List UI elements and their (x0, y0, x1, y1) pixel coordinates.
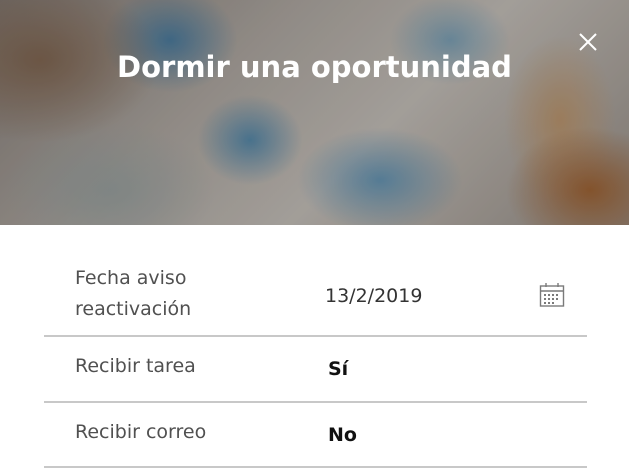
receive-email-row: Recibir correo No (44, 403, 587, 468)
calendar-icon[interactable] (539, 282, 565, 308)
dialog-header: Dormir una oportunidad (0, 0, 629, 225)
receive-email-value[interactable]: No (328, 424, 357, 446)
dialog-title: Dormir una oportunidad (117, 50, 512, 84)
receive-email-label: Recibir correo (75, 421, 207, 443)
snooze-opportunity-dialog: Dormir una oportunidad Fecha aviso react… (0, 0, 629, 469)
reactivation-date-field[interactable] (314, 225, 587, 335)
receive-task-value[interactable]: Sí (328, 358, 348, 380)
close-button[interactable] (572, 26, 604, 58)
close-icon (579, 33, 597, 51)
reactivation-date-label: Fecha aviso reactivación (75, 267, 192, 320)
reactivation-date-row: Fecha aviso reactivación 13/2/2019 (44, 225, 587, 337)
receive-task-label: Recibir tarea (75, 355, 196, 377)
snooze-form: Fecha aviso reactivación 13/2/2019 Recib… (44, 225, 587, 468)
receive-task-field[interactable] (314, 337, 587, 401)
reactivation-date-value[interactable]: 13/2/2019 (325, 285, 422, 307)
receive-task-row: Recibir tarea Sí (44, 337, 587, 403)
